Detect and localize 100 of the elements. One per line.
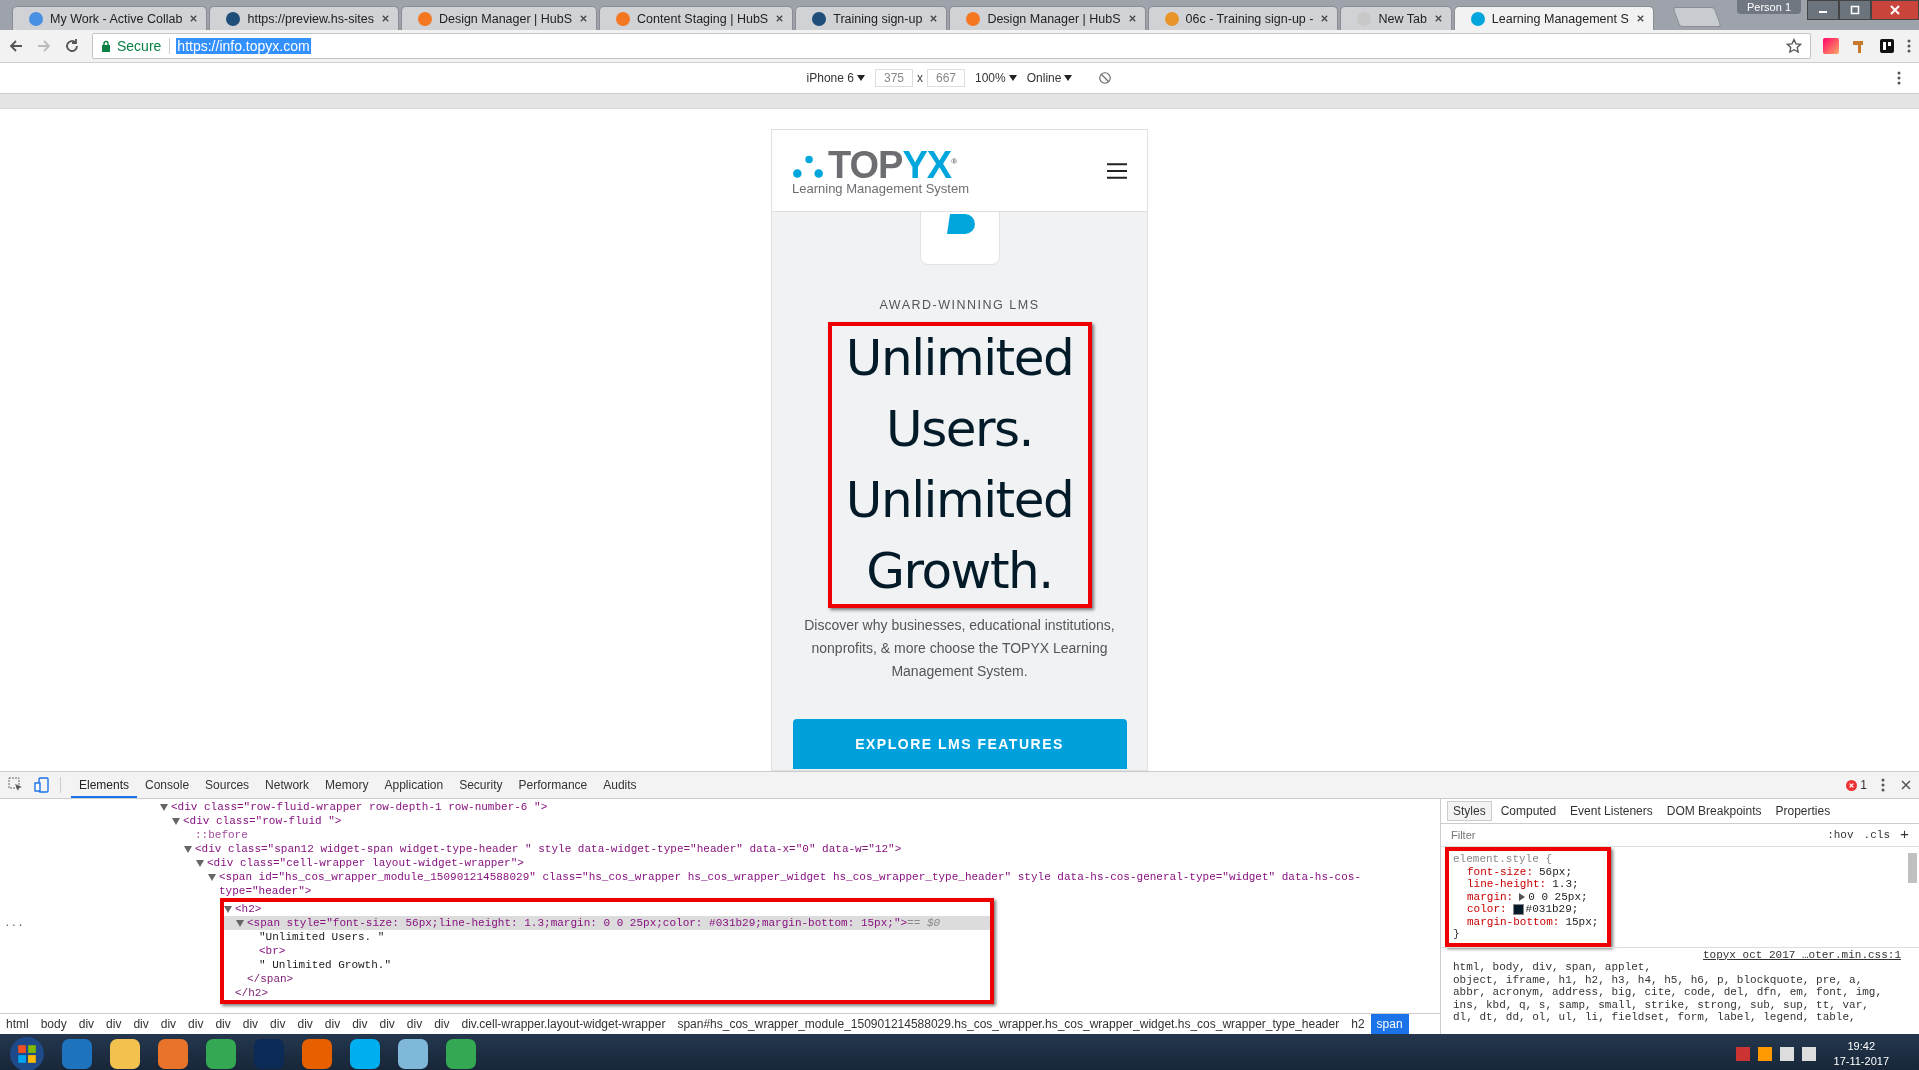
back-arrow-icon[interactable] [8, 38, 24, 54]
reload-icon[interactable] [64, 38, 80, 54]
dom-node[interactable]: <div class="span12 widget-span widget-type-header " style data-widget-type="header" data-x="0" data-w="12"> [195, 842, 902, 856]
width-field[interactable]: 375 [874, 69, 913, 87]
close-icon[interactable] [1433, 14, 1443, 23]
close-icon[interactable] [1320, 14, 1330, 23]
devtools-tab[interactable]: Network [257, 772, 318, 798]
hover-toggle[interactable]: :hov [1827, 829, 1854, 841]
dom-node[interactable]: " Unlimited Growth." [259, 958, 392, 972]
menu-icon[interactable] [1897, 70, 1901, 86]
dom-node[interactable]: </span> [247, 972, 294, 986]
breadcrumb[interactable]: div [72, 1014, 101, 1034]
browser-tab[interactable]: Design Manager | HubS [949, 6, 1146, 30]
browser-tab[interactable]: 06c - Training sign-up - [1147, 6, 1339, 30]
close-icon[interactable] [380, 14, 390, 23]
devtools-tab[interactable]: Console [137, 772, 198, 798]
menu-icon[interactable] [1907, 38, 1911, 54]
browser-tab[interactable]: Training sign-up [795, 6, 948, 30]
sidebar-tab[interactable]: Event Listeners [1565, 802, 1658, 820]
devtools-tab[interactable]: Audits [595, 772, 645, 798]
breadcrumb[interactable]: div [154, 1014, 183, 1034]
disclosure-triangle-icon[interactable] [160, 804, 168, 811]
breadcrumb[interactable]: div [318, 1014, 347, 1034]
zoom-select[interactable]: 100% [975, 71, 1017, 85]
property-value[interactable]: 15px; [1565, 915, 1599, 928]
close-icon[interactable] [1635, 14, 1645, 23]
height-field[interactable]: 667 [927, 69, 965, 87]
breadcrumb[interactable]: div [182, 1014, 210, 1034]
breadcrumb[interactable]: body [34, 1014, 73, 1034]
sidebar-tab[interactable]: Styles [1447, 801, 1492, 821]
browser-tab[interactable]: New Tab [1340, 6, 1452, 30]
breadcrumb[interactable]: span [1370, 1014, 1409, 1034]
maximize-button[interactable] [1839, 0, 1871, 20]
color-swatch[interactable] [1512, 903, 1524, 915]
breadcrumb[interactable]: div [291, 1014, 319, 1034]
breadcrumb[interactable]: div.cell-wrapper.layout-widget-wrapper [455, 1014, 672, 1034]
breadcrumb[interactable]: div [373, 1014, 401, 1034]
close-icon[interactable] [1901, 780, 1911, 790]
property-name[interactable]: color: [1467, 903, 1507, 916]
close-icon[interactable] [579, 14, 589, 23]
property-value[interactable]: 0 0 25px; [1528, 890, 1588, 903]
breadcrumb[interactable]: h2 [1345, 1014, 1371, 1034]
breadcrumb[interactable]: div [264, 1014, 292, 1034]
property-name[interactable]: font-size: [1467, 865, 1533, 878]
taskbar-app-icon[interactable] [446, 1039, 476, 1069]
profile-button[interactable]: Person 1 [1736, 0, 1801, 14]
disclosure-triangle-icon[interactable] [208, 874, 216, 881]
taskbar-app-icon[interactable] [206, 1039, 236, 1069]
system-tray-icons[interactable] [1735, 1047, 1816, 1061]
sidebar-tab[interactable]: Computed [1495, 802, 1562, 820]
star-icon[interactable] [1786, 38, 1802, 54]
breadcrumb[interactable]: div [100, 1014, 128, 1034]
taskbar-app-icon[interactable] [110, 1039, 140, 1069]
property-value[interactable]: 1.3; [1552, 878, 1579, 891]
dom-node[interactable]: <div class="row-fluid-wrapper row-depth-1 row-number-6 "> [171, 800, 548, 814]
browser-tab[interactable]: Design Manager | HubS [400, 6, 598, 30]
new-rule-button[interactable]: + [1900, 826, 1909, 844]
network-select[interactable]: Online [1026, 71, 1073, 85]
devtools-tab[interactable]: Application [376, 772, 452, 798]
breadcrumb[interactable]: div [127, 1014, 155, 1034]
browser-tab[interactable]: https://preview.hs-sites [209, 6, 399, 30]
rotate-icon[interactable] [1098, 71, 1113, 85]
browser-tab[interactable]: My Work - Active Collab [12, 6, 208, 30]
disclosure-triangle-icon[interactable] [236, 920, 244, 927]
class-toggle[interactable]: .cls [1863, 829, 1890, 841]
disclosure-triangle-icon[interactable] [196, 860, 204, 867]
sidebar-tab[interactable]: Properties [1770, 802, 1836, 820]
dom-node[interactable]: <span id="hs_cos_wrapper_module_150901214588029" class="hs_cos_wrapper hs_cos_wrapper_widget hs_cos_wrapper_type_header" style data-hs-cos-general-type="widget" data-hs-cos-type="header"> [219, 870, 1440, 898]
devtools-tab[interactable]: Memory [317, 772, 377, 798]
dom-node[interactable]: ::before [195, 828, 248, 842]
source-link[interactable]: topyx oct 2017 …oter.min.css:1 [1702, 948, 1901, 961]
breadcrumb[interactable]: span#hs_cos_wrapper_module_150901214588029.hs_cos_wrapper.hs_cos_wrapper_widget.hs_cos_wrapper_type_header [671, 1014, 1346, 1034]
property-name[interactable]: margin: [1467, 890, 1514, 903]
disclosure-triangle-icon[interactable] [184, 846, 192, 853]
taskbar-app-icon[interactable] [302, 1039, 332, 1069]
breadcrumb[interactable]: div [346, 1014, 374, 1034]
device-select[interactable]: iPhone 6 [806, 71, 865, 85]
breadcrumb[interactable]: html [0, 1014, 35, 1034]
taskbar-app-icon[interactable] [398, 1039, 428, 1069]
sidebar-tab[interactable]: DOM Breakpoints [1661, 802, 1767, 820]
menu-icon[interactable] [1881, 777, 1885, 793]
devtools-tab[interactable]: Elements [71, 772, 138, 798]
browser-tab[interactable]: Content Staging | HubS [599, 6, 794, 30]
close-icon[interactable] [775, 14, 785, 23]
dom-node[interactable]: <div class="row-fluid "> [183, 814, 342, 828]
minimize-button[interactable] [1807, 0, 1839, 20]
device-icon[interactable] [34, 777, 50, 793]
inspect-cursor-icon[interactable] [8, 777, 24, 793]
close-window-button[interactable] [1871, 0, 1919, 20]
scrollbar[interactable] [1908, 853, 1917, 883]
devtools-tab[interactable]: Security [451, 772, 511, 798]
disclosure-triangle-icon[interactable] [172, 818, 180, 825]
breadcrumb[interactable]: div [236, 1014, 265, 1034]
breadcrumb[interactable]: div [400, 1014, 429, 1034]
dom-node[interactable]: <h2> [235, 902, 262, 916]
close-icon[interactable] [929, 14, 939, 23]
property-value[interactable]: 56px; [1539, 865, 1573, 878]
close-icon[interactable] [189, 14, 199, 23]
breadcrumb[interactable]: div [209, 1014, 237, 1034]
dom-node[interactable]: <br> [259, 944, 286, 958]
